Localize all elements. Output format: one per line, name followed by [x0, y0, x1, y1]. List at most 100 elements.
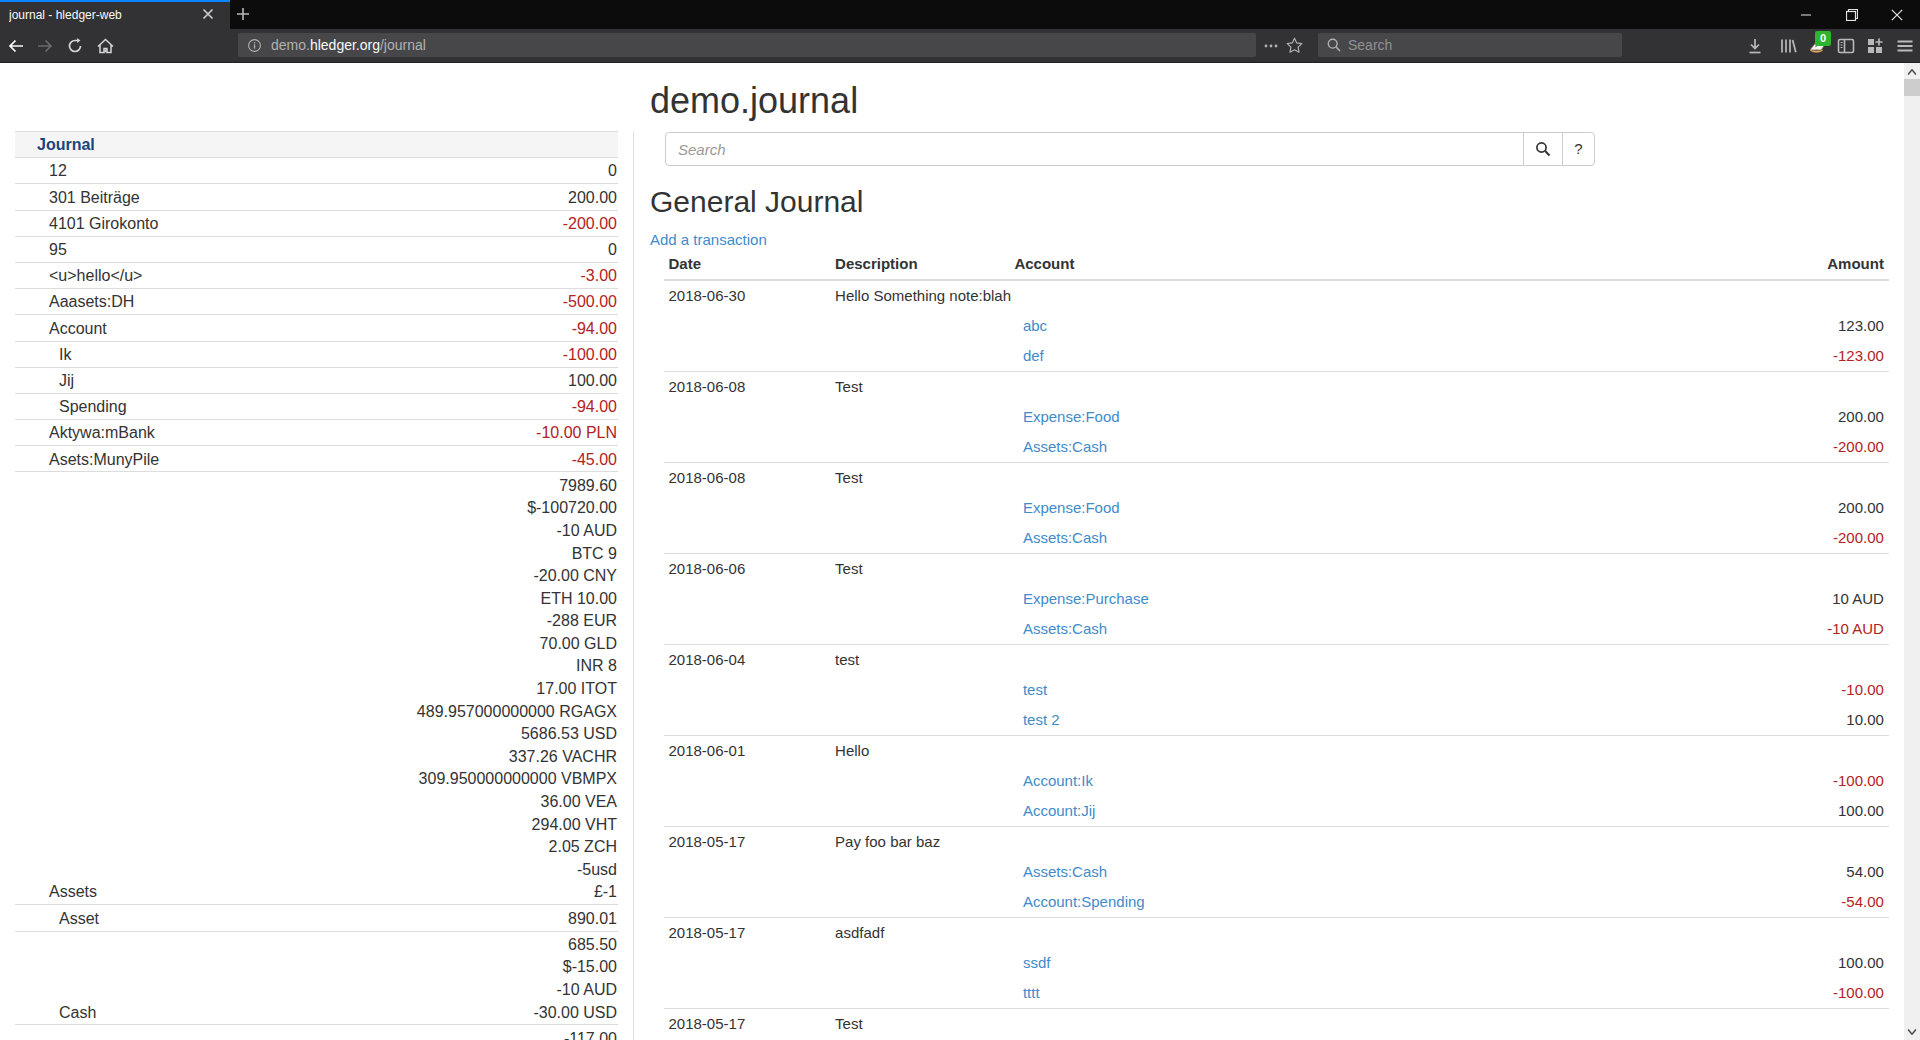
sidebar-account-row: Asets:MunyPile -45.00: [15, 446, 618, 472]
add-transaction-link[interactable]: Add a transaction: [650, 230, 767, 250]
sidebar-balance-amount: -5usd: [267, 859, 617, 882]
window-restore-icon[interactable]: [1829, 0, 1874, 29]
sidebar-balance-amount: 2.05 ZCH: [267, 836, 617, 859]
sidebar-account-name[interactable]: 12: [15, 158, 267, 184]
library-icon[interactable]: [1779, 37, 1797, 55]
sidebar-account-name[interactable]: Ik: [15, 341, 267, 367]
sidebars-icon[interactable]: [1837, 37, 1855, 55]
sidebar-account-name[interactable]: Cash: [15, 931, 267, 1025]
window-minimize-icon[interactable]: [1783, 0, 1828, 29]
back-icon[interactable]: [8, 38, 24, 54]
sidebar-account-name[interactable]: Jij: [15, 367, 267, 393]
sidebar-account-row: 95 0: [15, 236, 618, 262]
transaction-title-row[interactable]: 2018-06-04 test: [664, 644, 1889, 675]
transaction-title-row[interactable]: 2018-06-08 Test: [664, 462, 1889, 493]
sidebar-account-name[interactable]: 95: [15, 236, 267, 262]
transaction-block: 2018-06-01 Hello Account:Ik -100.00 Acco…: [664, 735, 1889, 826]
posting-account-link[interactable]: tttt: [1023, 984, 1040, 1001]
sidebar-account-name[interactable]: <u>hello</u>: [15, 262, 267, 288]
sidebar-account-name[interactable]: Spending: [15, 393, 267, 419]
column-amount: Amount: [1709, 249, 1889, 280]
posting-row: tttt -100.00: [664, 978, 1889, 1009]
bookmark-star-icon[interactable]: [1286, 37, 1303, 54]
scrollbar-thumb[interactable]: [1904, 79, 1920, 96]
forward-icon[interactable]: [37, 38, 53, 54]
sidebar-balance-amount: -288 EUR: [267, 610, 617, 633]
sidebar-account-balance: -94.00: [267, 393, 618, 419]
home-icon[interactable]: [97, 38, 113, 54]
site-info-icon[interactable]: [248, 38, 261, 51]
page-actions-icon[interactable]: [1264, 38, 1278, 54]
posting-account-link[interactable]: Expense:Food: [1023, 408, 1120, 425]
transaction-title-row[interactable]: 2018-05-17 Test: [664, 1008, 1889, 1039]
sidebar-account-name[interactable]: Asset: [15, 905, 267, 931]
sidebar-account-name[interactable]: 4101 Girokonto: [15, 210, 267, 236]
posting-row: Account:Spending -54.00: [664, 887, 1889, 918]
transaction-description: Test: [830, 462, 1009, 493]
posting-account-link[interactable]: Expense:Food: [1023, 499, 1120, 516]
transaction-title-row[interactable]: 2018-05-17 asdfadf: [664, 917, 1889, 948]
sidebar-balance-amount: 0: [267, 239, 617, 262]
transaction-title-row[interactable]: 2018-06-30 Hello Something note:blah: [664, 280, 1889, 311]
posting-account-link[interactable]: Assets:Cash: [1023, 863, 1107, 880]
posting-amount: 200.00: [1709, 493, 1889, 523]
scrollbar-up-icon[interactable]: [1904, 63, 1920, 80]
reload-icon[interactable]: [67, 38, 83, 54]
browser-search-bar[interactable]: Search: [1318, 33, 1622, 57]
sidebar-account-name[interactable]: Account: [15, 315, 267, 341]
hamburger-menu-icon[interactable]: [1896, 37, 1914, 55]
sidebar-balance-amount: $-15.00: [267, 956, 617, 979]
posting-account-link[interactable]: test 2: [1023, 711, 1060, 728]
sidebar-account-balance: 685.50$-15.00-10 AUD-30.00 USD: [267, 931, 618, 1025]
journal-search-button[interactable]: [1523, 132, 1563, 166]
window-close-icon[interactable]: [1874, 0, 1919, 29]
posting-account-link[interactable]: Account:Ik: [1023, 772, 1093, 789]
sidebar-account-row: Aktywa:mBank -10.00 PLN: [15, 420, 618, 446]
sidebar-account-row: Assets 7989.60$-100720.00-10 AUDBTC 9-20…: [15, 472, 618, 905]
scrollbar-down-icon[interactable]: [1904, 1023, 1920, 1040]
sidebar-balance-amount: 890.01: [267, 908, 617, 931]
column-date: Date: [664, 249, 831, 280]
sidebar-balance-amount: -500.00: [267, 291, 617, 314]
page-scrollbar[interactable]: [1904, 63, 1920, 1040]
posting-account-link[interactable]: Assets:Cash: [1023, 529, 1107, 546]
sidebar-balance-amount: 309.950000000000 VBMPX: [267, 768, 617, 791]
posting-amount: -10 AUD: [1709, 614, 1889, 645]
sidebar-balance-amount: 0: [267, 160, 617, 183]
posting-account-link[interactable]: test: [1023, 681, 1047, 698]
sidebar-account-name[interactable]: Assets: [15, 472, 267, 905]
transaction-date: 2018-06-30: [664, 280, 831, 311]
sidebar-balance-amount: -3.00: [267, 265, 617, 288]
posting-account-link[interactable]: def: [1023, 347, 1044, 364]
sidebar-account-name[interactable]: 301 Beiträge: [15, 184, 267, 210]
transaction-title-row[interactable]: 2018-05-17 Pay foo bar baz: [664, 826, 1889, 857]
posting-account-link[interactable]: Account:Jij: [1023, 802, 1096, 819]
transaction-title-row[interactable]: 2018-06-01 Hello: [664, 735, 1889, 766]
posting-account-link[interactable]: Assets:Cash: [1023, 620, 1107, 637]
posting-account-link[interactable]: ssdf: [1023, 954, 1051, 971]
search-icon: [1327, 38, 1341, 52]
window-controls: [0, 0, 1920, 29]
sidebar-balance-amount: 7989.60: [267, 475, 617, 498]
posting-account-link[interactable]: Account:Spending: [1023, 893, 1145, 910]
sidebar-account-name[interactable]: Asets:MunyPile: [15, 446, 267, 472]
sidebar-account-name[interactable]: [15, 1025, 267, 1040]
transaction-description: Hello: [830, 735, 1009, 766]
journal-search-input[interactable]: [665, 132, 1524, 166]
downloads-icon[interactable]: [1746, 37, 1764, 55]
posting-amount: 123.00: [1709, 311, 1889, 341]
column-account: Account: [1009, 249, 1709, 280]
posting-account-link[interactable]: Expense:Purchase: [1023, 590, 1149, 607]
transaction-title-row[interactable]: 2018-06-06 Test: [664, 553, 1889, 584]
sidebar-journal-link[interactable]: Journal: [15, 132, 618, 158]
posting-amount: 100.00: [1709, 948, 1889, 978]
posting-account-link[interactable]: abc: [1023, 317, 1047, 334]
posting-account-link[interactable]: Assets:Cash: [1023, 438, 1107, 455]
sidebar-account-name[interactable]: Aaasets:DH: [15, 289, 267, 315]
search-help-button[interactable]: ?: [1562, 132, 1595, 166]
transaction-title-row[interactable]: 2018-06-08 Test: [664, 371, 1889, 402]
themes-grid-icon[interactable]: [1866, 37, 1884, 55]
sidebar-account-name[interactable]: Aktywa:mBank: [15, 420, 267, 446]
transaction-date: 2018-06-08: [664, 462, 831, 493]
url-bar[interactable]: demo.hledger.org/journal: [238, 33, 1256, 57]
